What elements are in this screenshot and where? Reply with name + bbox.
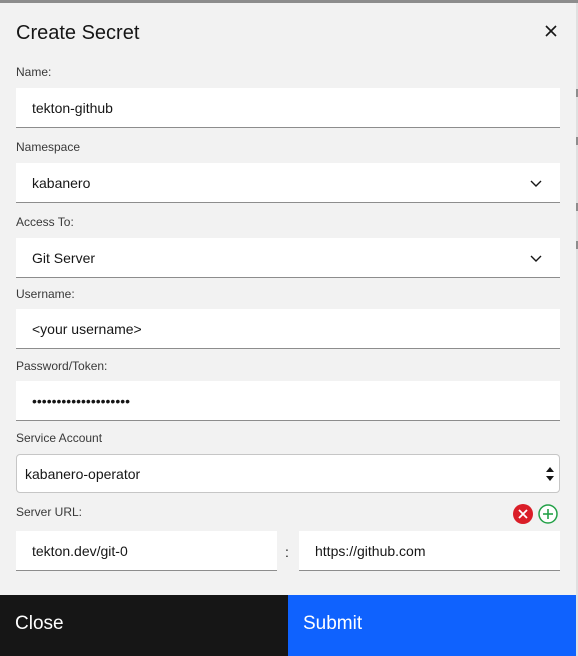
service-account-label: Service Account (16, 431, 103, 445)
username-field[interactable] (16, 309, 560, 349)
name-field[interactable] (16, 88, 560, 128)
access-to-selected-value: Git Server (32, 249, 96, 266)
namespace-label: Namespace (16, 140, 81, 154)
password-field[interactable]: •••••••••••••••••••• (16, 381, 560, 421)
service-account-select[interactable]: kabanero-operator (16, 454, 560, 493)
close-icon[interactable] (540, 20, 562, 42)
submit-button[interactable]: Submit (288, 595, 576, 656)
username-input[interactable] (32, 309, 560, 348)
server-url-separator: : (285, 544, 289, 560)
password-input[interactable]: •••••••••••••••••••• (32, 393, 130, 409)
remove-circle-icon[interactable] (513, 504, 533, 524)
server-url-label: Server URL: (16, 505, 83, 519)
server-url-key-input[interactable] (32, 531, 277, 570)
access-to-label: Access To: (16, 215, 74, 229)
modal-title: Create Secret (16, 22, 140, 44)
name-label: Name: (16, 65, 52, 79)
service-account-selected-value: kabanero-operator (25, 465, 141, 482)
password-label: Password/Token: (16, 359, 108, 373)
name-input[interactable] (32, 88, 560, 127)
chevron-down-icon (530, 180, 542, 187)
server-url-value-input[interactable] (315, 531, 560, 570)
select-arrows-icon (546, 467, 554, 481)
namespace-dropdown[interactable]: kabanero (16, 163, 560, 203)
create-secret-modal: Create Secret Name: Namespace kabanero A… (0, 0, 578, 656)
add-circle-icon[interactable] (538, 504, 558, 524)
chevron-down-icon (530, 255, 542, 262)
namespace-selected-value: kabanero (32, 174, 91, 191)
close-button[interactable]: Close (0, 595, 288, 656)
server-url-value-field[interactable] (299, 531, 560, 571)
username-label: Username: (16, 287, 75, 301)
access-to-dropdown[interactable]: Git Server (16, 238, 560, 278)
server-url-key-field[interactable] (16, 531, 277, 571)
